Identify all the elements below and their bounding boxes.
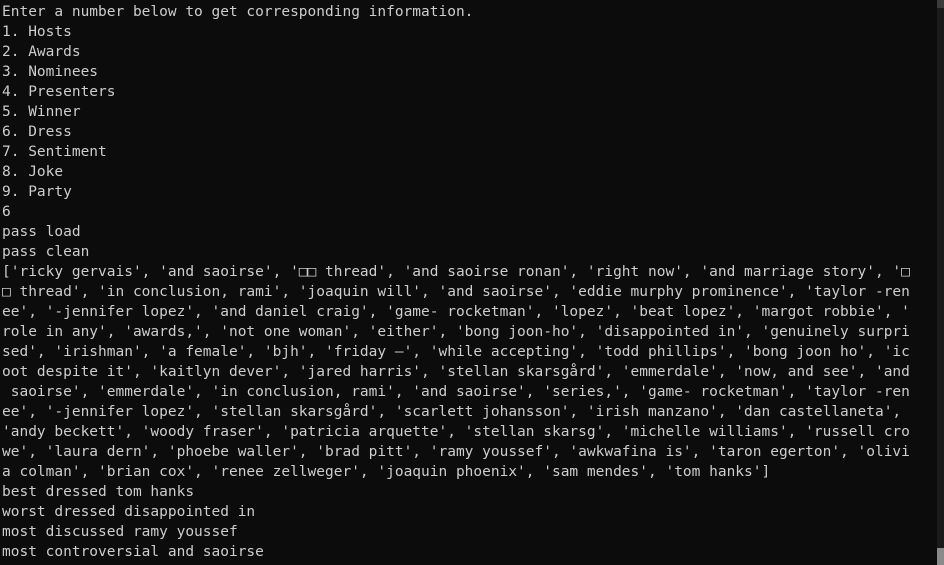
console-line: 2. Awards xyxy=(2,44,81,60)
console-line: 8. Joke xyxy=(2,164,64,180)
console-line: 6. Dress xyxy=(2,124,72,140)
console-line: most controversial and saoirse xyxy=(2,544,264,560)
console-line: □ thread', 'in conclusion, rami', 'joaqu… xyxy=(2,284,910,300)
console-line: 1. Hosts xyxy=(2,24,72,40)
console-line: Enter a number below to get correspondin… xyxy=(2,4,474,20)
console-line: 4. Presenters xyxy=(2,84,116,100)
console-line: 9. Party xyxy=(2,184,72,200)
console-line: 7. Sentiment xyxy=(2,144,107,160)
console-line: pass clean xyxy=(2,244,90,260)
console-line: role in any', 'awards,', 'not one woman'… xyxy=(2,324,910,340)
console-line: a colman', 'brian cox', 'renee zellweger… xyxy=(2,464,771,480)
console-line: most discussed ramy youssef xyxy=(2,524,238,540)
console-line: 5. Winner xyxy=(2,104,81,120)
console-output: Enter a number below to get correspondin… xyxy=(2,2,936,562)
console-line: we', 'laura dern', 'phoebe waller', 'bra… xyxy=(2,444,910,460)
console-line: 6 xyxy=(2,204,11,220)
scroll-up-arrow-icon[interactable] xyxy=(937,0,944,8)
vertical-scrollbar[interactable] xyxy=(937,0,944,565)
console-line: ee', '-jennifer lopez', 'and daniel crai… xyxy=(2,304,910,320)
console-line: ['ricky gervais', 'and saoirse', '□□ thr… xyxy=(2,264,910,280)
console-line: best dressed tom hanks xyxy=(2,484,195,500)
console-line: saoirse', 'emmerdale', 'in conclusion, r… xyxy=(2,384,910,400)
console-line: sed', 'irishman', 'a female', 'bjh', 'fr… xyxy=(2,344,910,360)
console-line: ee', '-jennifer lopez', 'stellan skarsgå… xyxy=(2,404,902,420)
console-line: oot despite it', 'kaitlyn dever', 'jared… xyxy=(2,364,910,380)
console-line: 3. Nominees xyxy=(2,64,99,80)
console-window[interactable]: Enter a number below to get correspondin… xyxy=(0,0,944,565)
console-line: pass load xyxy=(2,224,81,240)
scrollbar-thumb[interactable] xyxy=(937,548,944,565)
console-line: worst dressed disappointed in xyxy=(2,504,256,520)
console-line: 'andy beckett', 'woody fraser', 'patrici… xyxy=(2,424,910,440)
